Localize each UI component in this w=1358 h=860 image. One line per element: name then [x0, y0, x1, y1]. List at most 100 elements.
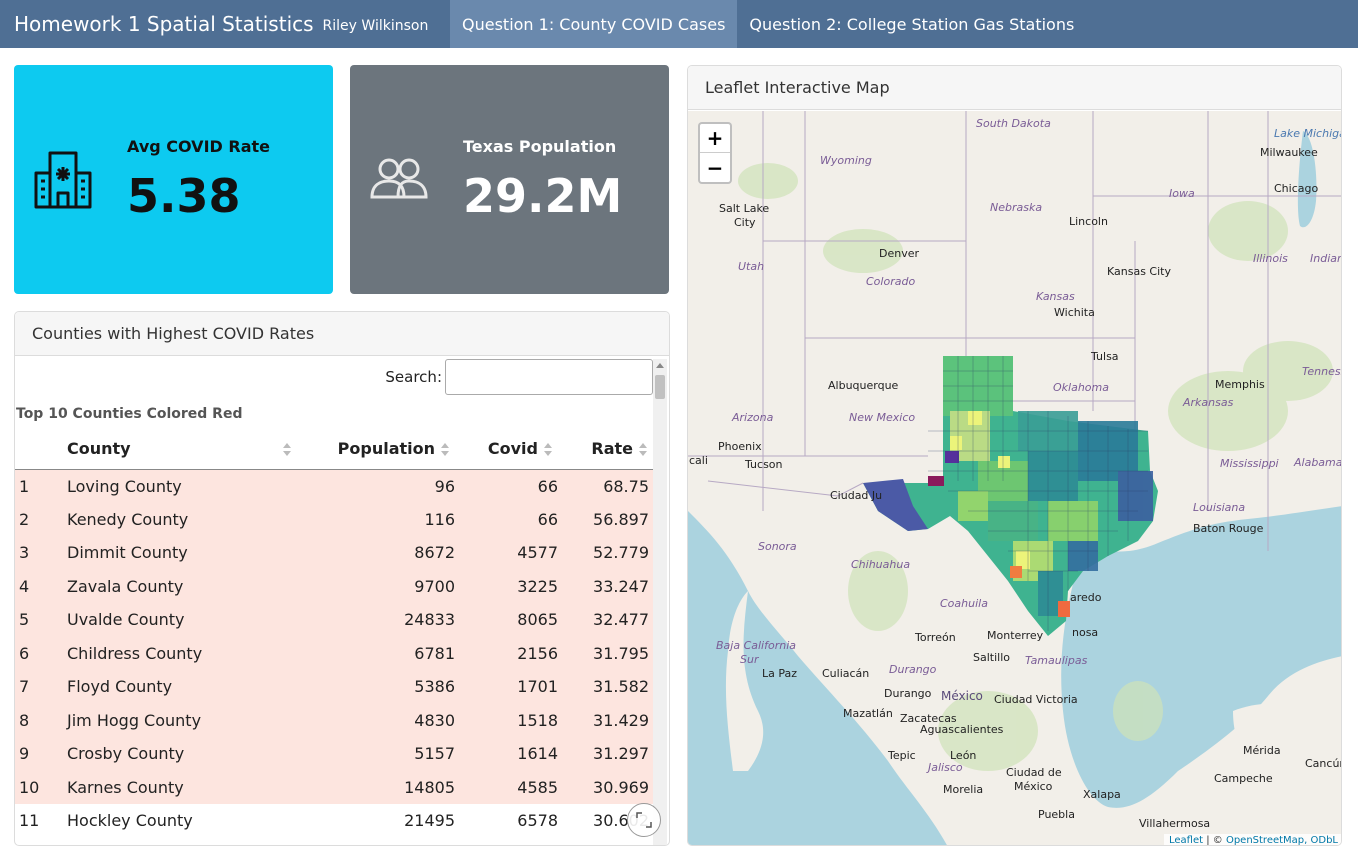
- map-label-alabama: Alabama: [1293, 456, 1342, 469]
- map-label-tepic: Tepic: [887, 749, 916, 762]
- table-header-row: County Population Covid Rate: [15, 429, 653, 470]
- covid-cell: 4585: [455, 770, 558, 804]
- texas-population-value: 29.2M: [463, 169, 623, 223]
- texas-population-box: Texas Population 29.2M: [350, 65, 669, 294]
- map-label-saltillo: Saltillo: [973, 651, 1010, 664]
- map-label-illinois: Illinois: [1253, 252, 1288, 265]
- covid-cell: 3225: [455, 569, 558, 603]
- table-row[interactable]: 1 Loving County 96 66 68.75: [15, 469, 653, 503]
- covid-cell: 1701: [455, 670, 558, 704]
- row-index: 7: [15, 670, 67, 704]
- covid-cell: 1518: [455, 703, 558, 737]
- scroll-thumb[interactable]: [655, 375, 665, 399]
- map-label-tennessee: Tennessee: [1302, 365, 1342, 378]
- expand-icon: [636, 812, 652, 828]
- map-label-chihuahua: Chihuahua: [851, 558, 910, 571]
- avg-covid-rate-label: Avg COVID Rate: [127, 137, 270, 156]
- tab-question-1[interactable]: Question 1: County COVID Cases: [450, 0, 738, 48]
- col-header-covid-label: Covid: [487, 439, 538, 459]
- table-row[interactable]: 10 Karnes County 14805 4585 30.969: [15, 770, 653, 804]
- map-label-salt-lake: Salt Lake: [719, 202, 769, 215]
- map-label-wichita: Wichita: [1054, 306, 1095, 319]
- people-icon: [370, 158, 428, 199]
- attribution-separator: | ©: [1203, 835, 1226, 846]
- rate-cell: 30.969: [558, 770, 653, 804]
- col-header-population[interactable]: Population: [297, 429, 455, 470]
- rate-cell: 52.779: [558, 536, 653, 570]
- texas-population-label: Texas Population: [463, 137, 617, 156]
- osm-link[interactable]: OpenStreetMap, ODbL: [1226, 835, 1338, 845]
- rate-cell: 31.297: [558, 737, 653, 771]
- map-canvas[interactable]: South Dakota Lake Michigan Milwaukee Wyo…: [688, 111, 1342, 846]
- table-row[interactable]: 11 Hockley County 21495 6578 30.602: [15, 804, 653, 838]
- tab-question-2[interactable]: Question 2: College Station Gas Stations: [737, 0, 1086, 48]
- table-row[interactable]: 4 Zavala County 9700 3225 33.247: [15, 569, 653, 603]
- map-label-la-paz: La Paz: [762, 667, 797, 680]
- map-label-milwaukee: Milwaukee: [1260, 146, 1318, 159]
- map-label-mexico-city: México: [1014, 780, 1053, 793]
- map-label-villahermosa: Villahermosa: [1139, 817, 1210, 830]
- map-label-mississippi: Mississippi: [1220, 457, 1279, 470]
- col-header-county[interactable]: County: [67, 429, 297, 470]
- county-cell: Zavala County: [67, 569, 297, 603]
- row-index: 1: [15, 469, 67, 503]
- covid-cell: 1614: [455, 737, 558, 771]
- rate-cell: 32.477: [558, 603, 653, 637]
- map-label-phoenix: Phoenix: [718, 440, 762, 453]
- county-cell: Hockley County: [67, 811, 193, 831]
- map-label-denver: Denver: [879, 247, 919, 260]
- map-label-puebla: Puebla: [1038, 808, 1075, 821]
- county-cell: Karnes County: [67, 770, 297, 804]
- map-label-colorado: Colorado: [866, 275, 915, 288]
- map-label-baja: Baja California: [716, 639, 796, 652]
- row-index: 2: [15, 502, 67, 536]
- zoom-out-button[interactable]: −: [700, 153, 730, 182]
- avg-covid-rate-value: 5.38: [127, 169, 241, 223]
- counties-table-card: Counties with Highest COVID Rates Search…: [14, 311, 670, 846]
- covid-cell: 2156: [455, 636, 558, 670]
- zoom-in-button[interactable]: +: [700, 124, 730, 153]
- table-scrollbar[interactable]: [653, 359, 667, 845]
- col-header-rate-label: Rate: [591, 439, 633, 459]
- map-label-mazatlan: Mazatlán: [843, 707, 893, 720]
- population-cell: 116: [297, 502, 455, 536]
- leaflet-map[interactable]: South Dakota Lake Michigan Milwaukee Wyo…: [688, 111, 1342, 846]
- table-row[interactable]: 2 Kenedy County 116 66 56.897: [15, 502, 653, 536]
- map-label-lake-michigan: Lake Michigan: [1274, 127, 1342, 140]
- map-label-tucson: Tucson: [744, 458, 783, 471]
- map-label-cali: cali: [689, 454, 708, 467]
- table-body: 1 Loving County 96 66 68.75 2 Kenedy County 116…: [15, 469, 653, 838]
- table-row[interactable]: 7 Floyd County 5386 1701 31.582: [15, 670, 653, 704]
- county-cell: Uvalde County: [67, 603, 297, 637]
- map-label-sonora: Sonora: [758, 540, 797, 553]
- county-cell: Kenedy County: [67, 502, 297, 536]
- expand-button[interactable]: [627, 803, 661, 837]
- map-label-aguascalientes: Aguascalientes: [920, 723, 1004, 736]
- map-label-utah: Utah: [738, 260, 764, 273]
- table-row[interactable]: 6 Childress County 6781 2156 31.795: [15, 636, 653, 670]
- scroll-up-icon[interactable]: [656, 363, 664, 368]
- table-scroll-area[interactable]: Search: Top 10 Counties Colored Red Coun…: [15, 357, 653, 845]
- map-label-coahuila: Coahuila: [940, 597, 988, 610]
- search-input[interactable]: [445, 359, 653, 395]
- map-label-arizona: Arizona: [731, 411, 774, 424]
- table-row[interactable]: 8 Jim Hogg County 4830 1518 31.429: [15, 703, 653, 737]
- table-row[interactable]: 5 Uvalde County 24833 8065 32.477: [15, 603, 653, 637]
- map-label-oklahoma: Oklahoma: [1053, 381, 1109, 394]
- col-header-covid[interactable]: Covid: [455, 429, 558, 470]
- col-header-population-label: Population: [337, 439, 435, 459]
- map-label-jalisco: Jalisco: [926, 761, 963, 774]
- col-header-rate[interactable]: Rate: [558, 429, 653, 470]
- table-row[interactable]: 3 Dimmit County 8672 4577 52.779: [15, 536, 653, 570]
- map-label-tamaulipas: Tamaulipas: [1025, 654, 1088, 667]
- population-cell: 4830: [297, 703, 455, 737]
- map-label-durango: Durango: [884, 687, 932, 700]
- map-label-ciudad-juarez: Ciudad Ju: [830, 489, 882, 502]
- rate-cell: 31.429: [558, 703, 653, 737]
- population-cell: 5386: [297, 670, 455, 704]
- navbar: Homework 1 Spatial Statistics Riley Wilk…: [0, 0, 1358, 48]
- table-row[interactable]: 9 Crosby County 5157 1614 31.297: [15, 737, 653, 771]
- table-caption: Top 10 Counties Colored Red: [16, 406, 243, 422]
- map-label-kansas: Kansas: [1036, 290, 1075, 303]
- leaflet-link[interactable]: Leaflet: [1169, 835, 1203, 845]
